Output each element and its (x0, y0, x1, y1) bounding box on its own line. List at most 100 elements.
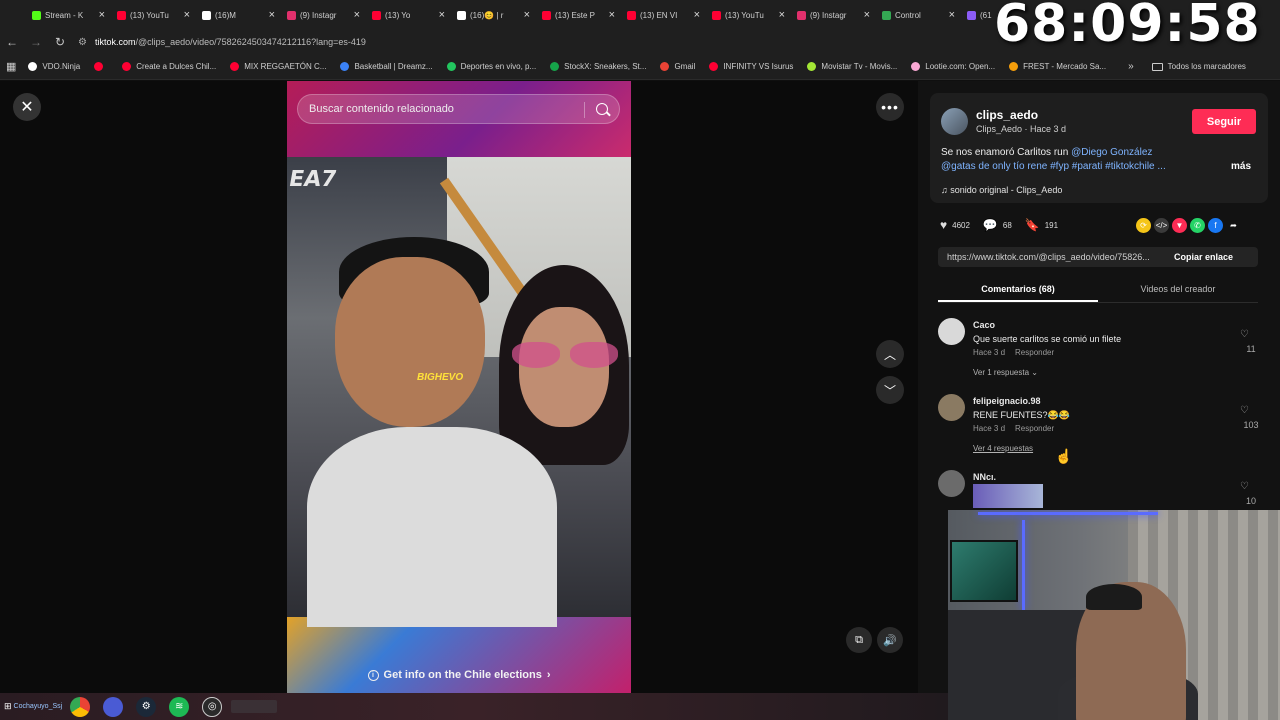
bookmark-item[interactable]: MIX REGGAETÓN C... (230, 62, 326, 71)
bookmarks-overflow-icon[interactable]: » (1128, 61, 1134, 72)
more-description-button[interactable]: más (1231, 161, 1251, 172)
all-bookmarks-button[interactable]: Todos los marcadores (1151, 62, 1246, 71)
heart-icon[interactable]: ♡ (1240, 405, 1249, 416)
video-person-face (335, 257, 485, 427)
browser-tab[interactable]: (16)M × (196, 1, 281, 29)
floating-player-button[interactable]: ⧉ (846, 627, 872, 653)
bookmark-item[interactable]: FREST - Mercado Sa... (1009, 62, 1106, 71)
next-video-button[interactable]: ﹀ (876, 376, 904, 404)
related-search-input[interactable]: Buscar contenido relacionado (297, 94, 620, 124)
close-video-button[interactable]: ✕ (13, 93, 41, 121)
chrome-profile-icon[interactable] (103, 696, 124, 717)
bookmark-item[interactable]: Basketball | Dreamz... (340, 62, 433, 71)
avatar[interactable] (938, 318, 965, 345)
reply-button[interactable]: Responder (1015, 348, 1054, 357)
comment-meta: Hace 3 d Responder (973, 348, 1055, 357)
browser-tab[interactable]: Stream - K × (26, 1, 111, 29)
video-player[interactable]: EA7 BIGHEVO (287, 81, 631, 693)
comment-username[interactable]: felipeignacio.98 (973, 396, 1041, 406)
close-icon[interactable]: × (99, 9, 105, 21)
bookmark-item[interactable]: VDO.Ninja (28, 62, 80, 71)
bookmark-item[interactable]: INFINITY VS Isurus (709, 62, 793, 71)
webcam-person-cap (1086, 584, 1142, 610)
close-icon[interactable]: × (184, 9, 190, 21)
browser-tab[interactable]: (13) Este P × (536, 1, 621, 29)
save-button[interactable]: 🔖 191 (1025, 218, 1058, 232)
close-icon[interactable]: × (354, 9, 360, 21)
tab-favicon-icon (627, 10, 636, 20)
avatar[interactable] (938, 470, 965, 497)
obs-icon[interactable]: ◎ (202, 696, 223, 717)
close-icon[interactable]: × (269, 9, 275, 21)
bookmark-item[interactable]: Lootie.com: Open... (911, 62, 995, 71)
creator-username[interactable]: clips_aedo (976, 108, 1038, 122)
like-button[interactable]: ♥ 4602 (940, 218, 970, 232)
copy-link-button[interactable]: Copiar enlace (1174, 252, 1233, 262)
bookmark-item[interactable]: Movistar Tv - Movis... (807, 62, 897, 71)
close-icon[interactable]: × (864, 9, 870, 21)
bookmark-item[interactable] (94, 62, 108, 71)
site-info-icon[interactable]: ⚙ (78, 37, 87, 48)
browser-tab[interactable]: (13) EN VI × (621, 1, 706, 29)
bookmark-item[interactable]: Gmail (660, 62, 695, 71)
chrome-icon[interactable] (70, 696, 91, 717)
browser-tab[interactable]: (13) Yo × (366, 1, 451, 29)
reload-icon[interactable]: ↻ (48, 35, 72, 49)
bookmark-item[interactable]: StockX: Sneakers, St... (550, 62, 646, 71)
browser-tab[interactable]: (9) Instagr × (281, 1, 366, 29)
browser-tab[interactable]: (13) YouTu × (111, 1, 196, 29)
volume-button[interactable]: 🔊 (877, 627, 903, 653)
steam-icon[interactable]: ⚙ (136, 696, 157, 717)
view-replies-button[interactable]: Ver 1 respuesta ⌄ (973, 368, 1038, 377)
taskbar-active-window[interactable] (231, 700, 278, 713)
comment-username[interactable]: NNcı. (973, 472, 996, 482)
apps-grid-icon[interactable]: ▦ (6, 60, 16, 73)
comment-username[interactable]: Caco (973, 320, 995, 330)
follow-button[interactable]: Seguir (1192, 109, 1256, 134)
tab-creator-videos[interactable]: Videos del creador (1098, 281, 1258, 302)
hashtag-links[interactable]: @gatas de only tío rene #fyp #parati #ti… (941, 161, 1166, 172)
bookmark-item[interactable]: Create a Dulces Chil... (122, 62, 216, 71)
forward-icon[interactable]: → (24, 35, 48, 49)
repost-icon[interactable]: ⟳ (1136, 218, 1151, 233)
close-icon[interactable]: × (524, 9, 530, 21)
browser-tab[interactable]: (16)😊 | r × (451, 1, 536, 29)
elections-banner[interactable]: i Get info on the Chile elections › (0, 663, 918, 687)
facebook-icon[interactable]: f (1208, 218, 1223, 233)
search-icon[interactable] (596, 103, 608, 115)
more-options-button[interactable]: ••• (876, 93, 904, 121)
back-icon[interactable]: ← (0, 35, 24, 49)
close-icon[interactable]: × (779, 9, 785, 21)
embed-icon[interactable]: </> (1154, 218, 1169, 233)
spotify-icon[interactable]: ≋ (169, 696, 190, 717)
view-replies-button[interactable]: Ver 4 respuestas (973, 444, 1033, 453)
mention-link[interactable]: @Diego González (1071, 147, 1152, 158)
close-icon[interactable]: × (439, 9, 445, 21)
bookmark-item[interactable]: Deportes en vivo, p... (446, 62, 536, 71)
browser-tab[interactable]: (9) Instagr × (791, 1, 876, 29)
url-field[interactable]: ⚙ tiktok.com/@clips_aedo/video/758262450… (78, 32, 366, 52)
close-icon[interactable]: × (694, 9, 700, 21)
video-link[interactable]: https://www.tiktok.com/@clips_aedo/video… (938, 252, 1174, 262)
tab-comments[interactable]: Comentarios (68) (938, 281, 1098, 302)
close-icon[interactable]: × (949, 9, 955, 21)
comments-button[interactable]: 💬 68 (983, 218, 1012, 232)
send-icon[interactable]: ▼ (1172, 218, 1187, 233)
share-arrow-icon[interactable]: ➦ (1226, 218, 1241, 233)
heart-icon[interactable]: ♡ (1240, 481, 1249, 492)
comment-image[interactable] (973, 484, 1043, 508)
tab-favicon-icon (967, 10, 976, 20)
avatar[interactable] (938, 394, 965, 421)
close-icon[interactable]: × (609, 9, 615, 21)
avatar[interactable] (941, 108, 968, 135)
heart-icon[interactable]: ♡ (1240, 329, 1249, 340)
windows-start-icon[interactable]: ⊞ (4, 701, 12, 712)
reply-button[interactable]: Responder (1015, 424, 1054, 433)
sound-link[interactable]: ♫ sonido original - Clips_Aedo (941, 185, 1062, 195)
previous-video-button[interactable]: ︿ (876, 340, 904, 368)
browser-tab[interactable]: Control × (876, 1, 961, 29)
browser-tab[interactable]: (13) YouTu × (706, 1, 791, 29)
whatsapp-icon[interactable]: ✆ (1190, 218, 1205, 233)
music-note-icon: ♫ (941, 185, 951, 195)
panel-tabs: Comentarios (68) Videos del creador (938, 281, 1258, 303)
